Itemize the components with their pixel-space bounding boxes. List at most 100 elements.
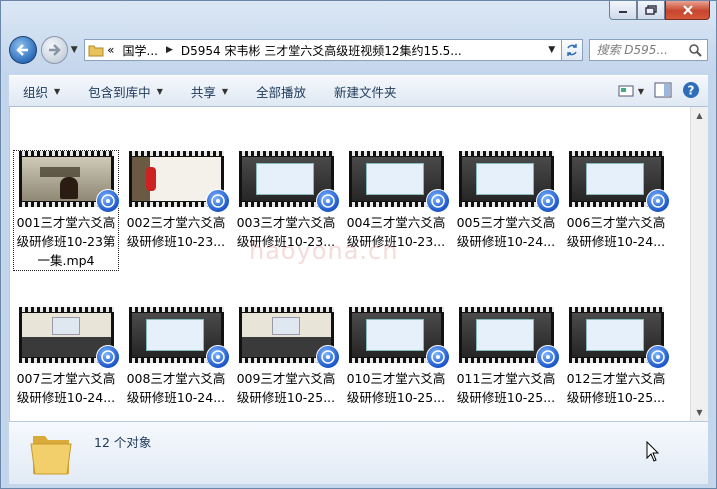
video-thumbnail: [458, 307, 560, 369]
preview-pane-button[interactable]: [654, 82, 672, 101]
watermark: haoyona.cn: [249, 237, 399, 265]
chevron-down-icon: ▼: [156, 86, 163, 96]
share-menu[interactable]: 共享 ▼: [177, 76, 242, 106]
play-all-label: 全部播放: [256, 84, 307, 100]
chevron-down-icon: ▼: [221, 86, 229, 96]
file-item[interactable]: 007三才堂六爻高级研修班10-24...: [14, 307, 120, 407]
file-name: 007三才堂六爻高级研修班10-24...: [16, 371, 116, 405]
close-button[interactable]: [665, 1, 710, 20]
film-strip: [348, 151, 444, 156]
file-item[interactable]: 010三才堂六爻高级研修班10-25...: [344, 307, 450, 407]
media-player-badge-icon: [205, 345, 230, 369]
view-options-button[interactable]: ▼: [618, 84, 644, 98]
video-thumbnail: [238, 151, 340, 213]
file-name: 012三才堂六爻高级研修班10-25...: [566, 371, 666, 405]
media-player-badge-icon: [645, 189, 670, 213]
media-player-badge-icon: [315, 189, 340, 213]
scroll-up-icon[interactable]: ▲: [691, 107, 708, 124]
media-player-badge-icon: [95, 345, 120, 369]
organize-label: 组织: [23, 84, 49, 100]
back-button[interactable]: [9, 36, 37, 64]
breadcrumb-item[interactable]: 国学...: [123, 42, 158, 59]
film-strip: [568, 307, 664, 312]
video-thumbnail: [568, 307, 670, 369]
maximize-button[interactable]: [637, 1, 665, 20]
film-strip: [568, 151, 664, 156]
minimize-icon: [619, 11, 627, 13]
media-player-badge-icon: [205, 189, 230, 213]
restore-icon: [645, 5, 657, 15]
window-caption-buttons: [609, 1, 710, 20]
include-library-label: 包含到库中: [88, 84, 151, 100]
file-item[interactable]: 004三才堂六爻高级研修班10-23...: [344, 151, 450, 251]
video-thumbnail: [568, 151, 670, 213]
file-item[interactable]: 012三才堂六爻高级研修班10-25...: [564, 307, 670, 407]
recent-pages-dropdown[interactable]: ▼: [68, 36, 80, 64]
play-all-button[interactable]: 全部播放: [242, 76, 320, 106]
file-item[interactable]: 005三才堂六爻高级研修班10-24...: [454, 151, 560, 251]
explorer-window: ▼ « 国学... ▶ D5954 宋韦彬 三才堂六爻高级班视频12集约15.5…: [0, 0, 717, 489]
forward-button[interactable]: [40, 36, 69, 64]
scroll-down-icon[interactable]: ▼: [691, 404, 708, 421]
file-item[interactable]: 008三才堂六爻高级研修班10-24...: [124, 307, 230, 407]
media-player-badge-icon: [425, 189, 450, 213]
video-thumbnail: [18, 307, 120, 369]
media-player-badge-icon: [95, 189, 120, 213]
search-box[interactable]: [589, 39, 708, 61]
video-thumbnail: [18, 151, 120, 213]
address-bar[interactable]: « 国学... ▶ D5954 宋韦彬 三才堂六爻高级班视频12集约15.5..…: [84, 39, 562, 61]
file-item[interactable]: 003三才堂六爻高级研修班10-23...: [234, 151, 340, 251]
search-input[interactable]: [596, 43, 689, 57]
video-thumbnail: [348, 307, 450, 369]
media-player-badge-icon: [315, 345, 340, 369]
navigation-bar: ▼ « 国学... ▶ D5954 宋韦彬 三才堂六爻高级班视频12集约15.5…: [9, 33, 708, 67]
file-item[interactable]: 002三才堂六爻高级研修班10-23...: [124, 151, 230, 251]
breadcrumb-item-current[interactable]: D5954 宋韦彬 三才堂六爻高级班视频12集约15.5...: [181, 42, 462, 59]
forward-arrow-icon: [49, 44, 62, 56]
search-icon[interactable]: [688, 43, 703, 57]
file-name: 008三才堂六爻高级研修班10-24...: [126, 371, 226, 405]
new-folder-button[interactable]: 新建文件夹: [320, 76, 411, 106]
video-thumbnail: [128, 307, 230, 369]
close-icon: [682, 5, 693, 15]
refresh-button[interactable]: [561, 39, 584, 61]
vertical-scrollbar[interactable]: ▲ ▼: [690, 107, 708, 421]
file-item[interactable]: 011三才堂六爻高级研修班10-25...: [454, 307, 560, 407]
chevron-down-icon: ▼: [54, 86, 61, 96]
back-arrow-icon: [16, 44, 28, 56]
film-strip: [238, 307, 334, 312]
file-name: 002三才堂六爻高级研修班10-23...: [126, 215, 226, 249]
file-name: 010三才堂六爻高级研修班10-25...: [346, 371, 446, 405]
chevron-down-icon: ▼: [637, 86, 644, 96]
mouse-cursor-icon: [646, 441, 660, 462]
svg-text:?: ?: [688, 83, 695, 97]
minimize-button[interactable]: [609, 1, 637, 20]
breadcrumb-separator-icon[interactable]: ▶: [166, 45, 173, 55]
address-dropdown-icon[interactable]: ▼: [543, 45, 561, 55]
file-item[interactable]: 009三才堂六爻高级研修班10-25...: [234, 307, 340, 407]
film-strip: [18, 307, 114, 312]
file-item[interactable]: 006三才堂六爻高级研修班10-24...: [564, 151, 670, 251]
film-strip: [128, 151, 224, 156]
share-label: 共享: [190, 84, 216, 100]
breadcrumb: « 国学... ▶ D5954 宋韦彬 三才堂六爻高级班视频12集约15.5..…: [107, 42, 543, 59]
media-player-badge-icon: [645, 345, 670, 369]
preview-pane-icon: [654, 82, 672, 97]
file-name: 001三才堂六爻高级研修班10-23第一集.mp4: [16, 215, 116, 268]
new-folder-label: 新建文件夹: [334, 84, 397, 100]
organize-menu[interactable]: 组织 ▼: [9, 76, 74, 106]
film-strip: [458, 307, 554, 312]
folder-icon: [85, 43, 107, 57]
film-strip: [18, 151, 114, 156]
video-thumbnail: [128, 151, 230, 213]
include-library-menu[interactable]: 包含到库中 ▼: [74, 76, 177, 106]
breadcrumb-overflow[interactable]: «: [107, 43, 114, 57]
video-thumbnail: [238, 307, 340, 369]
help-button[interactable]: ?: [682, 81, 700, 102]
file-item[interactable]: 001三才堂六爻高级研修班10-23第一集.mp4: [13, 150, 120, 271]
file-name: 006三才堂六爻高级研修班10-24...: [566, 215, 666, 249]
film-strip: [458, 151, 554, 156]
command-bar: 组织 ▼ 包含到库中 ▼ 共享 ▼ 全部播放 新建文件夹 ▼ ?: [9, 75, 708, 107]
view-icon: [618, 85, 634, 97]
media-player-badge-icon: [535, 189, 560, 213]
